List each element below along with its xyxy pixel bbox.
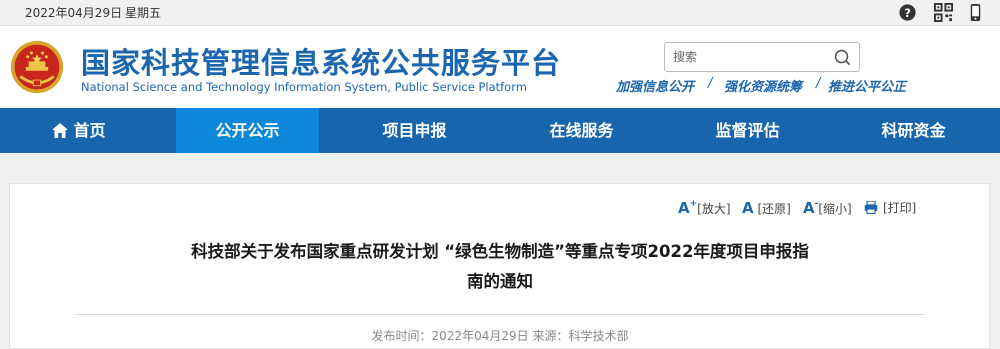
shrink-label: [缩小] — [818, 202, 852, 216]
nav-item-label: 监督评估 — [715, 121, 780, 140]
qr-code-icon[interactable] — [934, 3, 953, 22]
print-button[interactable]: [打印] — [864, 199, 916, 216]
article-meta: 发布时间：2022年04月29日 来源：科学技术部 — [371, 329, 629, 343]
nav-item-label: 项目申报 — [382, 121, 447, 140]
title-divider — [74, 314, 925, 315]
top-bar: 2022年04月29日 星期五 ? — [0, 0, 1000, 26]
current-date: 2022年04月29日 — [25, 6, 123, 20]
nav-item-online-service[interactable]: 在线服务 — [510, 108, 653, 153]
slogan-separator: / — [816, 76, 821, 91]
main-nav: 首页 公开公示 项目申报 在线服务 监督评估 科研资金 — [0, 108, 1000, 153]
nav-item-label: 公开公示 — [215, 121, 280, 140]
search-box — [664, 42, 860, 72]
svg-text:?: ? — [904, 6, 911, 20]
enlarge-glyph: A — [678, 199, 690, 217]
nav-item-research-funds[interactable]: 科研资金 — [842, 108, 985, 153]
national-emblem-logo[interactable] — [9, 39, 65, 95]
shrink-glyph: A — [803, 199, 815, 217]
search-input[interactable] — [673, 48, 823, 66]
enlarge-label: [放大] — [697, 202, 731, 216]
search-icon[interactable] — [833, 48, 852, 67]
restore-button[interactable]: A [还原] — [742, 199, 791, 217]
nav-item-home[interactable]: 首页 — [0, 108, 158, 153]
article-title-line-2: 南的通知 — [467, 272, 533, 291]
nav-item-public-notice[interactable]: 公开公示 — [176, 108, 319, 153]
current-weekday: 星期五 — [125, 6, 162, 20]
site-header: 国家科技管理信息系统公共服务平台 National Science and Te… — [0, 26, 1000, 108]
restore-glyph: A — [742, 199, 754, 217]
mobile-icon[interactable] — [966, 3, 985, 22]
print-label: [打印] — [883, 201, 917, 215]
enlarge-button[interactable]: A+[放大] — [678, 199, 731, 217]
shrink-button[interactable]: A-[缩小] — [803, 199, 852, 217]
article-title: 科技部关于发布国家重点研发计划 “绿色生物制造”等重点专项2022年度项目申报指… — [0, 237, 1000, 297]
slogan: 加强信息公开 / 强化资源统筹 / 推进公平公正 — [616, 76, 916, 100]
slogan-item: 加强信息公开 — [616, 80, 695, 95]
printer-icon — [864, 201, 878, 214]
nav-item-project-application[interactable]: 项目申报 — [343, 108, 486, 153]
site-title[interactable]: 国家科技管理信息系统公共服务平台 — [81, 40, 561, 82]
home-icon — [52, 123, 69, 138]
nav-item-label: 科研资金 — [881, 121, 946, 140]
slogan-item: 推进公平公正 — [828, 80, 907, 95]
site-subtitle: National Science and Technology Informat… — [81, 80, 527, 94]
slogan-item: 强化资源统筹 — [724, 80, 803, 95]
nav-item-label: 首页 — [73, 121, 106, 140]
restore-label: [还原] — [757, 202, 791, 216]
article-title-line-1: 科技部关于发布国家重点研发计划 “绿色生物制造”等重点专项2022年度项目申报指 — [191, 242, 809, 261]
nav-item-label: 在线服务 — [549, 121, 614, 140]
help-icon[interactable]: ? — [898, 3, 917, 22]
nav-item-supervision[interactable]: 监督评估 — [676, 108, 819, 153]
slogan-separator: / — [708, 76, 713, 91]
